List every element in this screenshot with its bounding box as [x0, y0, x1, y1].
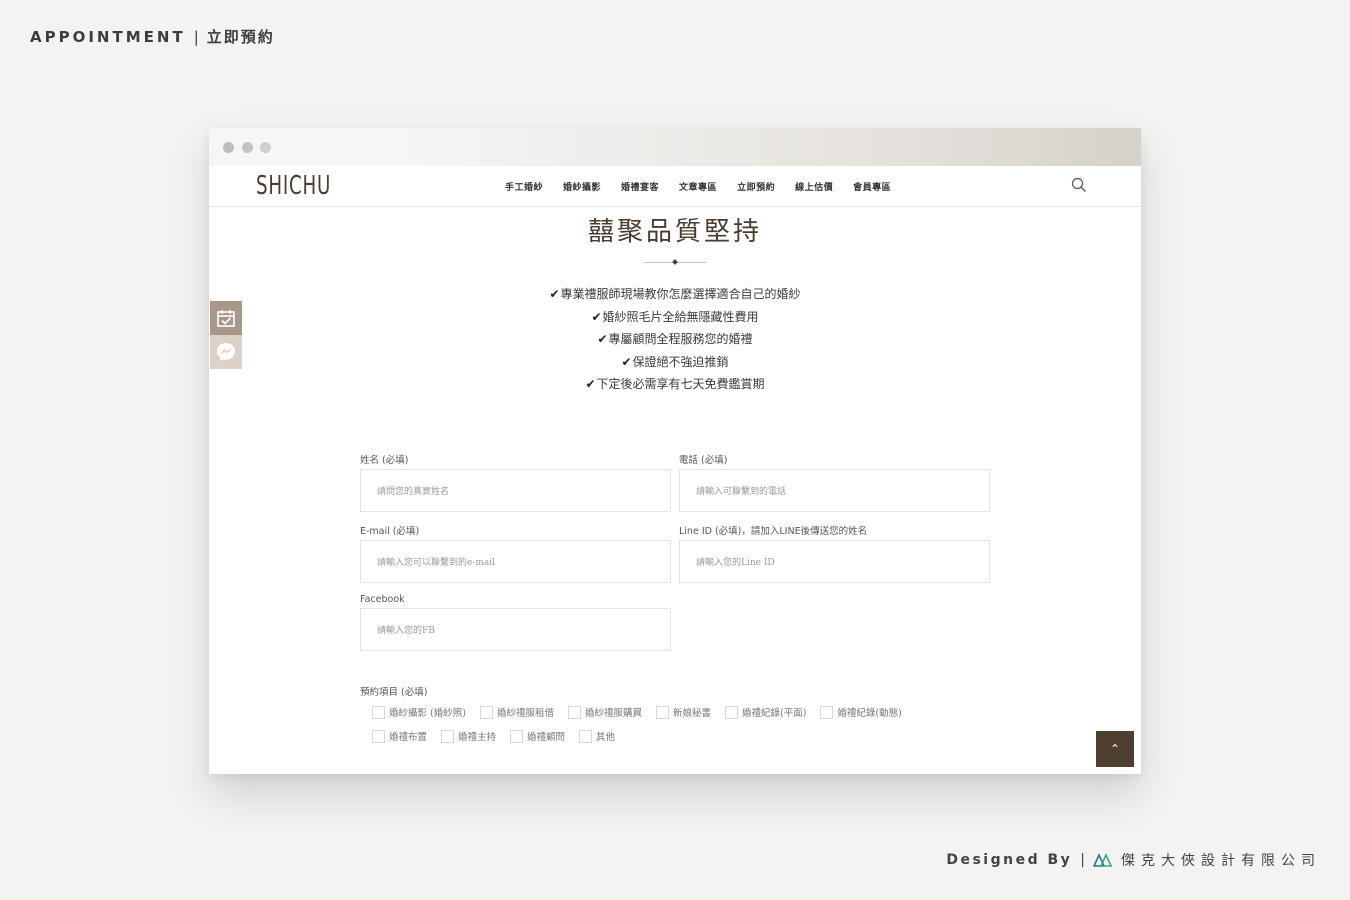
nav-item-banquet[interactable]: 婚禮宴客	[621, 180, 659, 193]
appointment-items-row-1: 婚紗攝影 (婚紗照) 婚紗禮服租借 婚紗禮服購買 新娘秘書 婚禮紀錄(平面) 婚…	[372, 705, 902, 719]
check-icon: ✔	[585, 377, 596, 391]
checkbox-label: 婚禮紀錄(平面)	[741, 708, 807, 719]
checkbox-label: 婚禮顧問	[527, 732, 566, 743]
feature-text: 婚紗照毛片全給無隱藏性費用	[602, 309, 759, 324]
calendar-booking-button[interactable]	[210, 301, 242, 335]
page-heading-zh: 立即預約	[206, 28, 275, 46]
site-logo[interactable]: SHICHU	[256, 171, 331, 201]
phone-label: 電話 (必填)	[679, 455, 728, 466]
checkbox-label: 婚禮布置	[389, 732, 428, 743]
name-input[interactable]: 請問您的真實姓名	[360, 469, 671, 512]
name-field-group: 姓名 (必填) 請問您的真實姓名	[360, 452, 671, 512]
feature-text: 下定後必需享有七天免費鑑賞期	[596, 377, 765, 391]
checkbox-wedding-decoration[interactable]: 婚禮布置	[372, 729, 427, 743]
check-icon: ✔	[549, 287, 560, 301]
credit-separator: |	[1080, 852, 1085, 868]
feature-text: 專業禮服師現場教你怎麼選擇適合自己的婚紗	[560, 287, 801, 301]
facebook-input[interactable]: 請輸入您的FB	[360, 608, 671, 651]
page-heading: APPOINTMENT | 立即預約	[30, 26, 275, 47]
divider-diamond-icon	[672, 259, 678, 265]
checkbox[interactable]	[724, 705, 738, 719]
checkbox[interactable]	[372, 729, 385, 743]
checkbox-wedding-record-photo[interactable]: 婚禮紀錄(平面)	[724, 705, 807, 719]
main-nav: 手工婚紗 婚紗攝影 婚禮宴客 文章專區 立即預約 線上估價 會員專區	[505, 180, 891, 193]
checkbox-wedding-photo[interactable]: 婚紗攝影 (婚紗照)	[372, 705, 466, 719]
facebook-field-group: Facebook 請輸入您的FB	[360, 594, 671, 651]
messenger-icon	[217, 343, 235, 361]
checkbox[interactable]	[820, 705, 834, 719]
chevron-up-icon: ⌃	[1109, 742, 1121, 756]
designed-by-text: Designed By	[946, 852, 1073, 868]
checkbox-label: 婚紗禮服租借	[496, 708, 554, 719]
floating-side-buttons	[210, 301, 242, 369]
nav-item-handmade-gown[interactable]: 手工婚紗	[505, 180, 543, 193]
facebook-label: Facebook	[360, 594, 405, 605]
check-icon: ✔	[597, 332, 608, 346]
feature-text: 專屬顧問全程服務您的婚禮	[608, 332, 753, 346]
appointment-items-label: 預約項目 (必填)	[360, 687, 428, 698]
back-to-top-button[interactable]: ⌃	[1096, 731, 1134, 767]
window-dot-minimize	[242, 142, 253, 153]
feature-list: ✔專業禮服師現場教你怎麼選擇適合自己的婚紗 ✔婚紗照毛片全給無隱藏性費用 ✔專屬…	[209, 283, 1141, 396]
checkbox-label: 婚禮主持	[458, 732, 497, 743]
email-field-group: E-mail (必填) 請輸入您可以聯繫到的e-mail	[360, 523, 671, 583]
checkbox[interactable]	[479, 705, 493, 719]
checkbox-label: 婚紗攝影 (婚紗照)	[389, 708, 466, 719]
nav-item-wedding-photo[interactable]: 婚紗攝影	[563, 180, 601, 193]
calendar-check-icon	[217, 310, 235, 327]
nav-item-members[interactable]: 會員專區	[853, 180, 891, 193]
site-header: SHICHU 手工婚紗 婚紗攝影 婚禮宴客 文章專區 立即預約 線上估價 會員專…	[209, 166, 1141, 207]
company-name: 傑克大俠設計有限公司	[1121, 853, 1321, 869]
phone-input[interactable]: 請輸入可聯繫到的電話	[679, 469, 990, 512]
browser-title-bar	[209, 128, 1141, 166]
nav-item-online-quote[interactable]: 線上估價	[795, 180, 833, 193]
checkbox-label: 婚禮紀錄(動態)	[837, 708, 902, 719]
phone-field-group: 電話 (必填) 請輸入可聯繫到的電話	[679, 452, 990, 512]
messenger-button[interactable]	[210, 335, 242, 369]
browser-window-mockup: SHICHU 手工婚紗 婚紗攝影 婚禮宴客 文章專區 立即預約 線上估價 會員專…	[209, 128, 1141, 774]
nav-item-articles[interactable]: 文章專區	[679, 180, 717, 193]
feature-text: 保證絕不強迫推銷	[632, 354, 729, 369]
line-id-input[interactable]: 請輸入您的Line ID	[679, 540, 990, 583]
checkbox[interactable]	[441, 729, 455, 743]
feature-item: ✔專屬顧問全程服務您的婚禮	[209, 328, 1141, 351]
section-title: 囍聚品質堅持	[587, 217, 762, 247]
checkbox-bridal-stylist[interactable]: 新娘秘書	[655, 705, 711, 719]
email-label: E-mail (必填)	[360, 526, 420, 537]
designer-credit: Designed By | 傑克大俠設計有限公司	[946, 850, 1321, 870]
checkbox-gown-purchase[interactable]: 婚紗禮服購買	[567, 705, 642, 719]
checkbox-wedding-record-video[interactable]: 婚禮紀錄(動態)	[820, 705, 902, 719]
checkbox[interactable]	[372, 705, 385, 719]
checkbox-label: 新娘秘書	[672, 708, 711, 719]
check-icon: ✔	[591, 309, 602, 324]
checkbox-wedding-host[interactable]: 婚禮主持	[441, 729, 496, 743]
email-input[interactable]: 請輸入您可以聯繫到的e-mail	[360, 540, 671, 583]
nav-item-appointment[interactable]: 立即預約	[737, 180, 775, 193]
check-icon: ✔	[621, 354, 632, 369]
checkbox-gown-rental[interactable]: 婚紗禮服租借	[479, 705, 554, 719]
company-logo-icon	[1093, 853, 1113, 867]
page-heading-separator: |	[193, 28, 199, 46]
checkbox[interactable]	[567, 705, 581, 719]
checkbox[interactable]	[655, 705, 669, 719]
checkbox[interactable]	[579, 729, 593, 743]
checkbox-label: 婚紗禮服購買	[584, 708, 642, 719]
feature-item: ✔保證絕不強迫推銷	[209, 351, 1141, 374]
feature-item: ✔婚紗照毛片全給無隱藏性費用	[209, 306, 1141, 329]
checkbox[interactable]	[510, 729, 524, 743]
line-id-label: Line ID (必填)，請加入LINE後傳送您的姓名	[679, 526, 868, 537]
checkbox-other[interactable]: 其他	[579, 729, 615, 743]
checkbox-label: 其他	[596, 732, 616, 743]
feature-item: ✔專業禮服師現場教你怎麼選擇適合自己的婚紗	[209, 283, 1141, 306]
search-icon[interactable]	[1071, 177, 1087, 193]
page-content: 囍聚品質堅持 ✔專業禮服師現場教你怎麼選擇適合自己的婚紗 ✔婚紗照毛片全給無隱藏…	[209, 207, 1141, 774]
appointment-items-row-2: 婚禮布置 婚禮主持 婚禮顧問 其他	[372, 729, 615, 743]
page-heading-en: APPOINTMENT	[30, 28, 186, 46]
line-id-field-group: Line ID (必填)，請加入LINE後傳送您的姓名 請輸入您的Line ID	[679, 523, 990, 583]
feature-item: ✔下定後必需享有七天免費鑑賞期	[209, 373, 1141, 396]
window-dot-maximize	[260, 142, 271, 153]
name-label: 姓名 (必填)	[360, 455, 409, 466]
window-dot-close	[223, 142, 234, 153]
checkbox-wedding-consultant[interactable]: 婚禮顧問	[510, 729, 565, 743]
